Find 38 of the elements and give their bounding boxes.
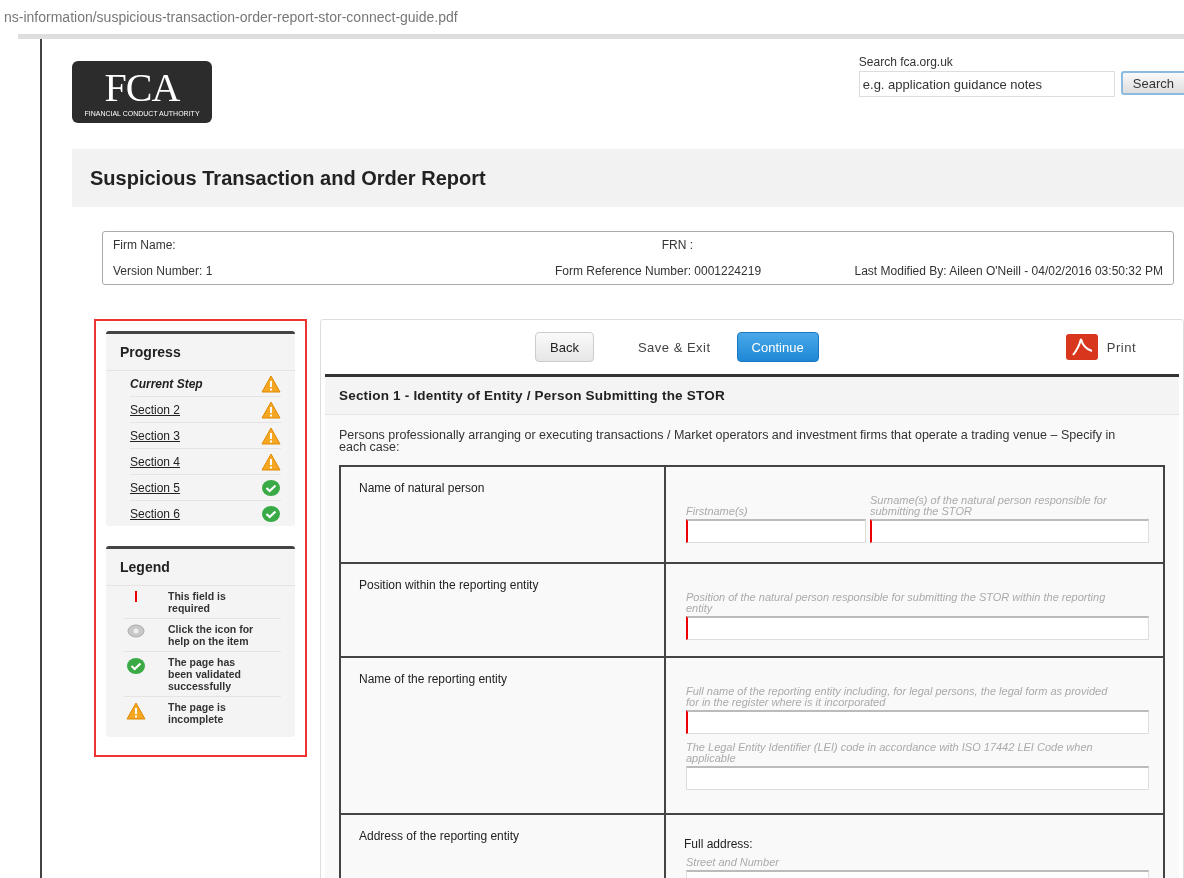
frn-label: FRN : [660,238,694,252]
row-label: Position within the reporting entity [359,578,539,592]
section-link[interactable]: Section 6 [130,506,181,521]
url-text: ns-information/suspicious-transaction-order-report-stor-connect-guide.pdf [3,8,459,27]
section-link[interactable]: Section 3 [130,428,181,443]
save-exit-link[interactable]: Save & Exit [637,339,711,355]
field-hint: Firstname(s) [686,506,749,517]
search-button[interactable]: Search [1120,71,1184,95]
field-hint: Surname(s) of the natural person responsible for submitting the STOR [870,495,1108,517]
legend-text: Click the icon for help on the item [168,623,254,647]
field-group-heading: Full address: [684,837,754,851]
field-hint: Street and Number [686,857,780,868]
legend-text: The page has been validated successfully [168,656,242,692]
search-label: Search fca.org.uk [858,55,954,69]
legend-text: The page is incomplete [168,701,227,725]
legend-text: This field is required [168,590,227,614]
section-link[interactable]: Section 2 [130,402,181,417]
section-heading: Section 1 - Identity of Entity / Person Submitting the STOR [325,377,1179,415]
field-hint: Full name of the reporting entity including, for legal persons, the legal form as provided for in the register where is it incorporated [686,686,1109,708]
field-hint: The Legal Entity Identifier (LEI) code in accordance with ISO 17442 LEI Code when applicable [686,742,1094,764]
current-step: Current Step [130,376,203,391]
back-button[interactable]: Back [535,332,594,362]
panel-title: Legend [106,549,295,586]
row-label: Name of the reporting entity [359,672,508,686]
form-reference-text: Form Reference Number: 0001224219 [553,264,763,278]
search-field[interactable]: e.g. application guidance notes [858,71,1115,97]
row-label: Name of natural person [359,481,485,495]
version-text: Version Number: 1 [113,264,214,278]
last-modified-text: Last Modified By: Aileen O'Neill - 04/02/2016 03:50:32 PM [853,264,1163,278]
row-label: Address of the reporting entity [359,829,520,843]
page-title: Suspicious Transaction and Order Report [90,166,486,190]
field-hint: Position of the natural person responsible for submitting the STOR within the reporting entity [686,592,1107,614]
print-button[interactable]: Print [1065,334,1136,360]
intro-text: Persons professionally arranging or executing transactions / Market operators and investment firms that operate a trading venue – Specify in each case: [339,429,1117,453]
section-link[interactable]: Section 4 [130,454,181,469]
firm-name-label: Firm Name: [113,238,177,252]
section-link[interactable]: Section 5 [130,480,181,495]
panel-title: Progress [106,334,295,371]
